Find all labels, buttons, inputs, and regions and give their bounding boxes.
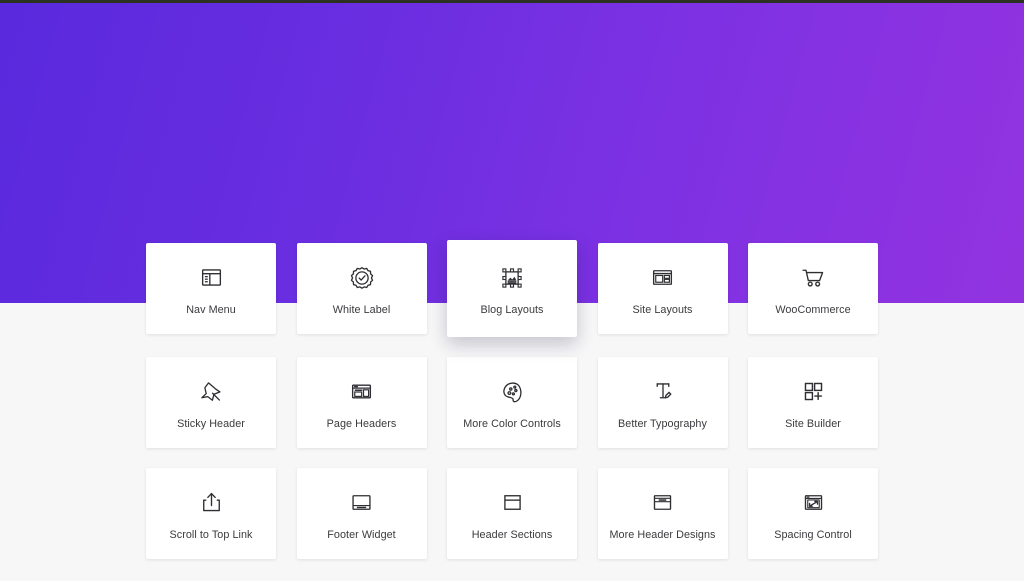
feature-card-nav-menu[interactable]: Nav Menu bbox=[146, 243, 276, 334]
feature-card-scroll-to-top-link[interactable]: Scroll to Top Link bbox=[146, 468, 276, 559]
header-designs-icon bbox=[649, 486, 676, 520]
color-palette-icon bbox=[498, 375, 526, 409]
nav-menu-icon bbox=[198, 261, 225, 295]
typography-pen-icon bbox=[649, 375, 677, 409]
feature-card-white-label[interactable]: White Label bbox=[296, 243, 427, 334]
feature-card-better-typography[interactable]: Better Typography bbox=[597, 357, 728, 448]
share-upload-icon bbox=[198, 486, 225, 520]
feature-card-more-header-designs[interactable]: More Header Designs bbox=[597, 468, 728, 559]
feature-label: Header Sections bbox=[471, 528, 553, 541]
image-handles-icon bbox=[498, 261, 526, 295]
feature-card-blog-layouts[interactable]: Blog Layouts bbox=[447, 240, 577, 337]
shopping-cart-icon bbox=[799, 261, 828, 295]
feature-label: Footer Widget bbox=[327, 528, 396, 541]
feature-label: Sticky Header bbox=[177, 417, 245, 430]
feature-label: Blog Layouts bbox=[480, 303, 544, 316]
feature-label: Better Typography bbox=[618, 417, 707, 430]
pushpin-icon bbox=[197, 375, 225, 409]
badge-check-icon bbox=[348, 261, 376, 295]
page-header-icon bbox=[348, 375, 375, 409]
feature-card-spacing-control[interactable]: Spacing Control bbox=[748, 468, 878, 559]
site-layout-icon bbox=[649, 261, 676, 295]
feature-card-page-headers[interactable]: Page Headers bbox=[296, 357, 427, 448]
feature-label: Nav Menu bbox=[186, 303, 236, 316]
feature-label: More Header Designs bbox=[609, 528, 716, 541]
feature-label: Scroll to Top Link bbox=[169, 528, 253, 541]
feature-card-header-sections[interactable]: Header Sections bbox=[447, 468, 577, 559]
spacing-resize-icon bbox=[800, 486, 827, 520]
feature-label: White Label bbox=[332, 303, 391, 316]
top-edge-strip bbox=[0, 0, 1024, 3]
blocks-plus-icon bbox=[800, 375, 827, 409]
feature-card-footer-widget[interactable]: Footer Widget bbox=[296, 468, 427, 559]
feature-card-more-color-controls[interactable]: More Color Controls bbox=[447, 357, 577, 448]
feature-label: Site Layouts bbox=[632, 303, 693, 316]
feature-label: Page Headers bbox=[326, 417, 397, 430]
feature-label: Site Builder bbox=[785, 417, 841, 430]
feature-label: Spacing Control bbox=[774, 528, 852, 541]
footer-widget-icon bbox=[348, 486, 375, 520]
landing-page: Exclusive Features To Save Time Get acce… bbox=[0, 0, 1024, 581]
feature-card-sticky-header[interactable]: Sticky Header bbox=[146, 357, 276, 448]
feature-card-site-builder[interactable]: Site Builder bbox=[748, 357, 878, 448]
features-grid: Nav Menu White Label Blog Layouts Site L… bbox=[146, 240, 878, 559]
header-sections-icon bbox=[499, 486, 526, 520]
feature-card-site-layouts[interactable]: Site Layouts bbox=[597, 243, 728, 334]
feature-card-woocommerce[interactable]: WooCommerce bbox=[748, 243, 878, 334]
feature-label: WooCommerce bbox=[775, 303, 851, 316]
feature-label: More Color Controls bbox=[463, 417, 561, 430]
